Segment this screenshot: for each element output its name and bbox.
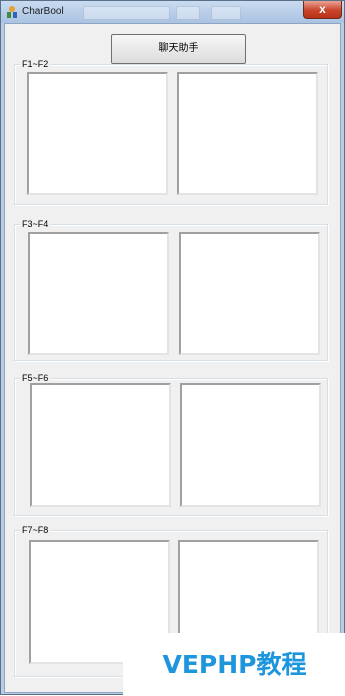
background-window-ghost: [176, 6, 200, 20]
pane-f6[interactable]: [180, 383, 321, 507]
group-label: F7~F8: [20, 524, 51, 536]
pane-f2[interactable]: [177, 72, 318, 195]
title-bar[interactable]: CharBool x: [1, 1, 344, 23]
window-title: CharBool: [22, 6, 64, 17]
app-icon: [7, 6, 17, 18]
pane-f4[interactable]: [179, 232, 320, 355]
group-label: F3~F4: [20, 218, 51, 230]
close-icon: x: [319, 2, 326, 16]
pane-f5[interactable]: [30, 383, 171, 507]
chat-assistant-button[interactable]: 聊天助手: [111, 34, 246, 64]
pane-f3[interactable]: [28, 232, 169, 355]
background-window-ghost: [83, 6, 170, 20]
group-label: F1~F2: [20, 58, 51, 70]
close-button[interactable]: x: [303, 1, 342, 19]
background-window-ghost: [211, 6, 241, 20]
app-window: CharBool x 聊天助手 F1~F2 F3~F4 F5~F6 F7~F8 …: [0, 0, 345, 696]
watermark-text: VEPHP教程: [123, 633, 345, 696]
pane-f1[interactable]: [27, 72, 168, 195]
